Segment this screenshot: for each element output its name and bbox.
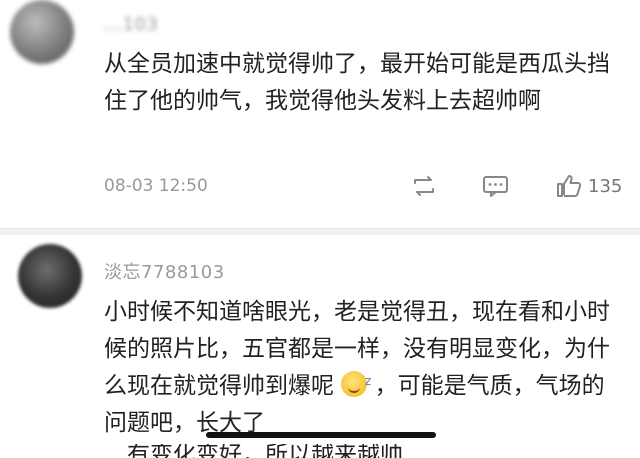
repost-icon — [414, 176, 434, 196]
comment-item: …103 从全员加速中就觉得帅了，最开始可能是西瓜头挡住了他的帅气，我觉得他头发… — [0, 0, 640, 226]
reply-icon — [483, 176, 508, 197]
like-button[interactable]: 135 — [556, 172, 622, 200]
comment-item: 淡忘7788103 小时候不知道啥眼光，老是觉得丑，现在看和小时候的照片比，五官… — [0, 232, 640, 456]
username[interactable]: 淡忘7788103 — [104, 258, 225, 284]
timestamp: 08-03 12:50 — [104, 176, 208, 196]
thumbs-up-icon — [557, 175, 582, 197]
repost-button[interactable] — [410, 172, 438, 200]
username[interactable]: …103 — [104, 14, 158, 35]
comment-text: 从全员加速中就觉得帅了，最开始可能是西瓜头挡住了他的帅气，我觉得他头发料上去超帅… — [104, 51, 610, 114]
like-count: 135 — [588, 175, 623, 197]
comment-text: 小时候不知道啥眼光，老是觉得丑，现在看和小时候的照片比，五官都是一样，没有明显变… — [104, 294, 610, 442]
avatar[interactable] — [18, 244, 82, 308]
avatar[interactable] — [10, 0, 74, 64]
reply-button[interactable] — [482, 172, 510, 200]
text-highlight-underline — [206, 432, 436, 438]
sleepy-smile-emoji-icon — [341, 363, 371, 400]
